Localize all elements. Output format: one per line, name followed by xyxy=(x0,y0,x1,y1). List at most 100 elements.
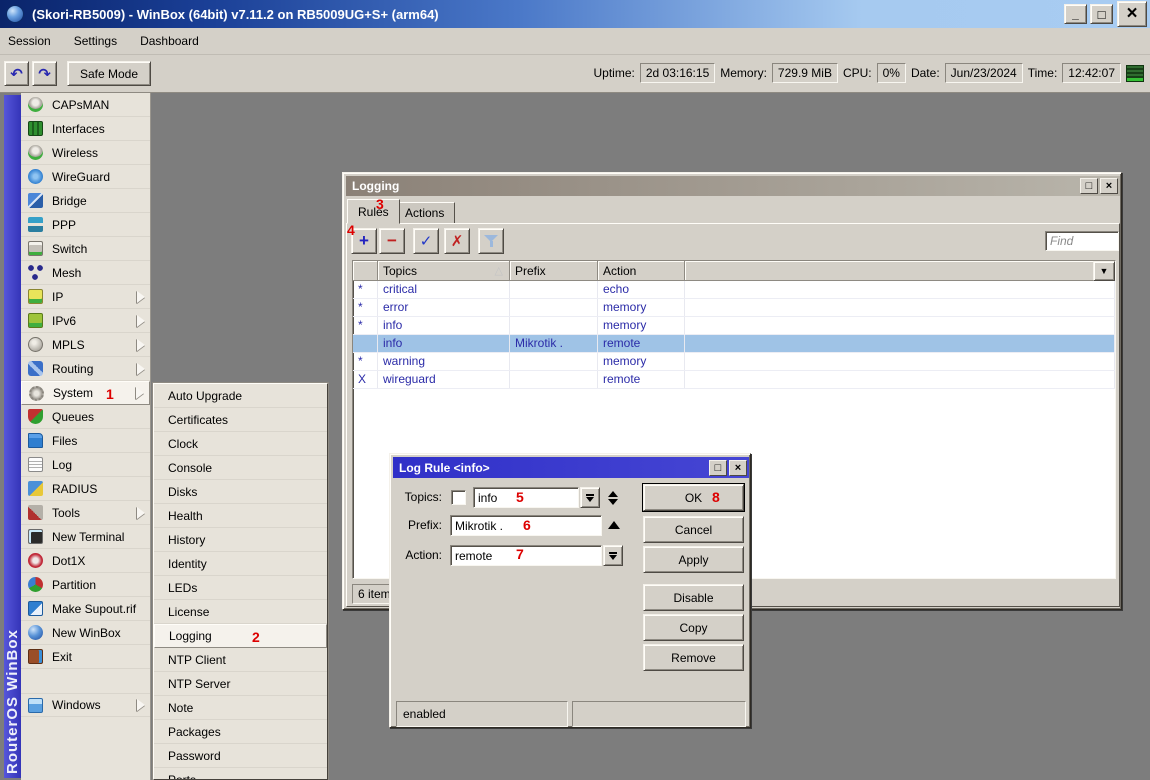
dialog-close-button[interactable]: × xyxy=(729,460,747,476)
sidebar-item-system[interactable]: System1 xyxy=(21,381,150,405)
system-submenu-item-leds[interactable]: LEDs xyxy=(154,576,327,600)
wireless-icon xyxy=(28,145,43,160)
sidebar-item-tools[interactable]: Tools xyxy=(21,501,150,525)
topics-checkbox[interactable] xyxy=(451,490,466,505)
find-input[interactable] xyxy=(1045,231,1119,251)
sidebar-item-mpls[interactable]: MPLS xyxy=(21,333,150,357)
sidebar-item-wireguard[interactable]: WireGuard xyxy=(21,165,150,189)
column-topics[interactable]: Topics △ xyxy=(378,261,510,281)
sidebar-item-new-terminal[interactable]: New Terminal xyxy=(21,525,150,549)
action-dropdown-button[interactable] xyxy=(603,545,623,566)
sidebar-item-queues[interactable]: Queues xyxy=(21,405,150,429)
action-input[interactable] xyxy=(450,545,602,566)
undo-button[interactable]: ↶ xyxy=(4,61,29,86)
wireguard-icon xyxy=(28,169,43,184)
prefix-collapse-icon[interactable] xyxy=(608,521,620,529)
logging-close-button[interactable]: × xyxy=(1100,178,1118,194)
annotation-3: 3 xyxy=(376,197,384,211)
system-submenu-item-auto-upgrade[interactable]: Auto Upgrade xyxy=(154,384,327,408)
remove-rule-button[interactable]: − xyxy=(379,228,405,254)
column-select-dropdown[interactable]: ▼ xyxy=(1093,261,1115,281)
sidebar-item-switch[interactable]: Switch xyxy=(21,237,150,261)
sidebar-item-partition[interactable]: Partition xyxy=(21,573,150,597)
table-row[interactable]: Xwireguardremote xyxy=(353,371,1115,389)
topics-dropdown-button[interactable] xyxy=(580,487,600,508)
apply-button[interactable]: Apply xyxy=(643,546,744,573)
sidebar-item-interfaces[interactable]: Interfaces xyxy=(21,117,150,141)
sidebar-item-ppp[interactable]: PPP xyxy=(21,213,150,237)
sidebar-item-ip[interactable]: IP xyxy=(21,285,150,309)
date-label: Date: xyxy=(911,66,940,80)
menu-session[interactable]: Session xyxy=(8,30,64,52)
annotation-6: 6 xyxy=(523,518,531,532)
menu-dashboard[interactable]: Dashboard xyxy=(140,30,212,52)
cell-action: remote xyxy=(598,371,685,388)
table-row[interactable]: *criticalecho xyxy=(353,281,1115,299)
tab-rules[interactable]: Rules xyxy=(347,199,400,224)
system-submenu-item-packages[interactable]: Packages xyxy=(154,720,327,744)
filter-button[interactable] xyxy=(478,228,504,254)
logging-maximize-button[interactable]: □ xyxy=(1080,178,1098,194)
disable-button[interactable]: Disable xyxy=(643,584,744,611)
dialog-titlebar[interactable]: Log Rule <info> □ × xyxy=(393,457,749,478)
sort-ascending-icon: △ xyxy=(495,264,503,277)
system-submenu-item-note[interactable]: Note xyxy=(154,696,327,720)
close-button[interactable]: × xyxy=(1117,1,1147,27)
sidebar-item-log[interactable]: Log xyxy=(21,453,150,477)
system-submenu-item-disks[interactable]: Disks xyxy=(154,480,327,504)
sidebar-item-make-supout-rif[interactable]: Make Supout.rif xyxy=(21,597,150,621)
system-submenu-item-ntp-server[interactable]: NTP Server xyxy=(154,672,327,696)
system-submenu-item-clock[interactable]: Clock xyxy=(154,432,327,456)
column-flag[interactable] xyxy=(353,261,378,281)
sidebar-item-radius[interactable]: RADIUS xyxy=(21,477,150,501)
cell-action: echo xyxy=(598,281,685,298)
system-submenu-item-health[interactable]: Health xyxy=(154,504,327,528)
sidebar-item-mesh[interactable]: Mesh xyxy=(21,261,150,285)
table-row[interactable]: *warningmemory xyxy=(353,353,1115,371)
sidebar-item-routing[interactable]: Routing xyxy=(21,357,150,381)
system-submenu-item-logging[interactable]: Logging2 xyxy=(154,624,327,648)
sidebar-item-label: Queues xyxy=(52,410,94,424)
capsman-icon xyxy=(28,97,43,112)
cancel-button[interactable]: Cancel xyxy=(643,516,744,543)
sidebar-item-label: Routing xyxy=(52,362,93,376)
sidebar-item-label: System xyxy=(53,386,93,400)
system-submenu-item-certificates[interactable]: Certificates xyxy=(154,408,327,432)
dialog-maximize-button[interactable]: □ xyxy=(709,460,727,476)
sidebar-item-new-winbox[interactable]: New WinBox xyxy=(21,621,150,645)
sidebar-item-windows[interactable]: Windows xyxy=(21,693,150,717)
system-submenu-item-identity[interactable]: Identity xyxy=(154,552,327,576)
system-submenu-item-history[interactable]: History xyxy=(154,528,327,552)
column-prefix[interactable]: Prefix xyxy=(510,261,598,281)
minimize-button[interactable]: _ xyxy=(1064,4,1087,24)
disable-rule-button[interactable]: ✗ xyxy=(444,228,470,254)
sidebar-item-exit[interactable]: Exit xyxy=(21,645,150,669)
sidebar-item-wireless[interactable]: Wireless xyxy=(21,141,150,165)
topics-add-remove-spinner[interactable] xyxy=(604,487,621,508)
safe-mode-button[interactable]: Safe Mode xyxy=(67,61,151,86)
topics-input[interactable] xyxy=(473,487,579,508)
copy-button[interactable]: Copy xyxy=(643,614,744,641)
column-action[interactable]: Action xyxy=(598,261,685,281)
tab-actions[interactable]: Actions xyxy=(394,202,455,224)
maximize-button[interactable]: □ xyxy=(1090,4,1113,24)
enable-rule-button[interactable]: ✓ xyxy=(413,228,439,254)
sidebar-item-dot1x[interactable]: Dot1X xyxy=(21,549,150,573)
sidebar-item-capsman[interactable]: CAPsMAN xyxy=(21,93,150,117)
sidebar-item-files[interactable]: Files xyxy=(21,429,150,453)
sidebar-item-ipv6[interactable]: IPv6 xyxy=(21,309,150,333)
ok-button[interactable]: OK xyxy=(643,484,744,511)
sidebar-item-bridge[interactable]: Bridge xyxy=(21,189,150,213)
system-submenu-item-ntp-client[interactable]: NTP Client xyxy=(154,648,327,672)
redo-button[interactable]: ↷ xyxy=(32,61,57,86)
system-submenu-item-license[interactable]: License xyxy=(154,600,327,624)
system-submenu-item-password[interactable]: Password xyxy=(154,744,327,768)
system-submenu-item-ports[interactable]: Ports xyxy=(154,768,327,780)
menu-settings[interactable]: Settings xyxy=(74,30,130,52)
table-row[interactable]: *infomemory xyxy=(353,317,1115,335)
logging-titlebar[interactable]: Logging □ × xyxy=(346,176,1120,196)
table-row[interactable]: infoMikrotik .remote xyxy=(353,335,1115,353)
remove-button[interactable]: Remove xyxy=(643,644,744,671)
table-row[interactable]: *errormemory xyxy=(353,299,1115,317)
system-submenu-item-console[interactable]: Console xyxy=(154,456,327,480)
